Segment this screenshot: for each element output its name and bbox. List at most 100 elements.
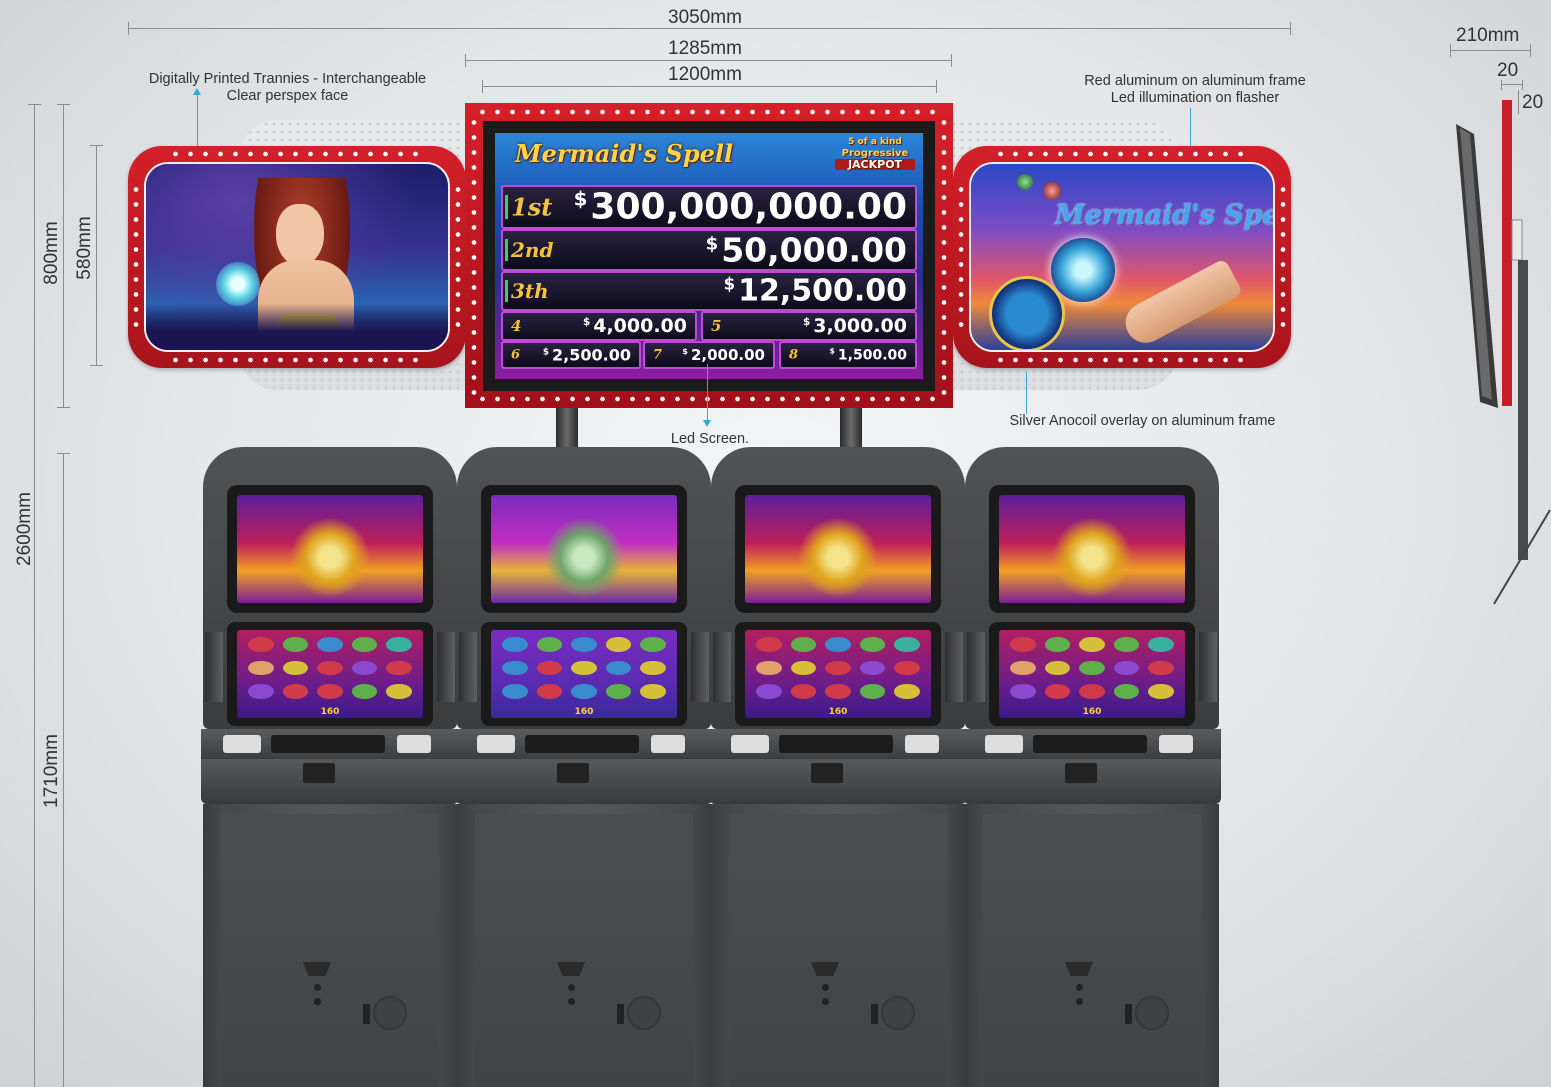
reel-symbol bbox=[756, 660, 782, 676]
cabinet-base bbox=[457, 804, 711, 1087]
jackpot-amount: 3,000.00 bbox=[813, 315, 907, 337]
level-indicator bbox=[505, 280, 508, 302]
bill-acceptor[interactable] bbox=[557, 763, 589, 783]
cabinet-base bbox=[965, 804, 1219, 1087]
slot-cabinet-1: 160 bbox=[201, 447, 459, 1087]
cabinet-wing-right bbox=[437, 632, 455, 702]
ticket-slot[interactable] bbox=[985, 735, 1023, 753]
card-reader[interactable] bbox=[905, 735, 939, 753]
reel-grid bbox=[753, 634, 923, 702]
cabinet-wing-right bbox=[1199, 632, 1217, 702]
currency-symbol: $ bbox=[705, 233, 719, 255]
dim-line-led-frame-width bbox=[465, 60, 951, 61]
currency-symbol: $ bbox=[802, 315, 811, 328]
reel-symbol bbox=[894, 684, 920, 699]
door-lock[interactable] bbox=[373, 996, 407, 1030]
dim-line-sign-height bbox=[63, 104, 64, 407]
top-game-screen bbox=[989, 485, 1195, 613]
note-overlay: Silver Anocoil overlay on aluminum frame bbox=[1009, 413, 1276, 429]
reel-symbol bbox=[1148, 637, 1174, 652]
note-left-panel-line2: Clear perspex face bbox=[226, 88, 349, 104]
reel-symbol bbox=[1010, 660, 1036, 676]
mermaid-face bbox=[276, 204, 324, 266]
main-game-screen[interactable]: 160 bbox=[735, 622, 941, 726]
reel-symbol bbox=[317, 637, 343, 652]
jackpot-value: $4,000.00 bbox=[583, 315, 687, 337]
dim-line-panel-height bbox=[96, 145, 97, 365]
cabinet-door[interactable] bbox=[221, 814, 439, 1087]
reel-symbol bbox=[536, 684, 563, 699]
badge-line3: JACKPOT bbox=[835, 159, 915, 170]
led-logo: Mermaid's Spell bbox=[515, 139, 734, 168]
reel-grid bbox=[1007, 634, 1177, 702]
cabinet-door[interactable] bbox=[729, 814, 947, 1087]
dim-tick bbox=[57, 407, 70, 408]
reel-screen-art: 160 bbox=[999, 630, 1185, 718]
dim-total-height: 2600mm bbox=[14, 492, 35, 566]
reel-symbol bbox=[248, 660, 274, 676]
reel-symbol bbox=[1010, 684, 1036, 699]
main-game-screen[interactable]: 160 bbox=[481, 622, 687, 726]
main-game-screen[interactable]: 160 bbox=[989, 622, 1195, 726]
reel-symbol bbox=[1079, 684, 1105, 699]
dim-tick bbox=[90, 145, 103, 146]
led-flasher-left bbox=[133, 182, 139, 332]
dim-tick bbox=[57, 453, 70, 454]
door-lock[interactable] bbox=[1135, 996, 1169, 1030]
led-flasher-top bbox=[475, 109, 943, 115]
note-right-panel-line1: Red aluminum on aluminum frame bbox=[1084, 73, 1306, 89]
door-handle[interactable] bbox=[1065, 962, 1093, 976]
reel-symbol bbox=[640, 637, 666, 652]
bill-acceptor[interactable] bbox=[303, 763, 335, 783]
reel-symbol bbox=[351, 660, 378, 676]
jackpot-row-8: 8 $1,500.00 bbox=[779, 341, 917, 369]
note-left-panel-line1: Digitally Printed Trannies - Interchange… bbox=[148, 71, 427, 87]
jackpot-row-6: 6 $2,500.00 bbox=[501, 341, 641, 369]
reel-symbol bbox=[1113, 684, 1140, 699]
ticket-slot[interactable] bbox=[223, 735, 261, 753]
reel-symbol bbox=[282, 660, 309, 676]
ticket-slot[interactable] bbox=[477, 735, 515, 753]
bonus-screen-art bbox=[999, 495, 1185, 603]
leader-led-screen bbox=[707, 364, 708, 422]
dim-depth: 210mm bbox=[1456, 25, 1520, 46]
card-reader[interactable] bbox=[651, 735, 685, 753]
main-game-screen[interactable]: 160 bbox=[227, 622, 433, 726]
reel-symbol bbox=[351, 684, 378, 699]
reel-symbol bbox=[282, 684, 309, 699]
currency-symbol: $ bbox=[829, 346, 835, 356]
reel-symbol bbox=[640, 684, 666, 699]
cabinet-door[interactable] bbox=[983, 814, 1201, 1087]
door-lock[interactable] bbox=[627, 996, 661, 1030]
credits-readout: 160 bbox=[828, 707, 848, 717]
key-icon bbox=[617, 1004, 624, 1024]
lock-dot bbox=[1076, 998, 1083, 1005]
bonus-screen-art bbox=[745, 495, 931, 603]
cabinet-base bbox=[711, 804, 965, 1087]
card-reader[interactable] bbox=[397, 735, 431, 753]
led-flasher-top bbox=[168, 151, 426, 157]
slot-cabinet-3: 160 bbox=[709, 447, 967, 1087]
door-handle[interactable] bbox=[811, 962, 839, 976]
cabinet-door[interactable] bbox=[475, 814, 693, 1087]
bill-acceptor[interactable] bbox=[811, 763, 843, 783]
reel-symbol bbox=[859, 684, 886, 699]
bill-acceptor-panel bbox=[201, 759, 459, 804]
reel-symbol bbox=[317, 684, 343, 699]
bill-acceptor[interactable] bbox=[1065, 763, 1097, 783]
dim-tick bbox=[128, 22, 129, 35]
ticket-slot[interactable] bbox=[731, 735, 769, 753]
jackpot-label: 6 bbox=[511, 347, 521, 363]
dim-tick bbox=[1522, 80, 1523, 90]
side-view-pole bbox=[1518, 260, 1528, 560]
door-handle[interactable] bbox=[303, 962, 331, 976]
jackpot-value: $2,000.00 bbox=[682, 346, 765, 364]
reel-symbol bbox=[571, 684, 597, 699]
led-flasher-right bbox=[1280, 182, 1286, 332]
door-handle[interactable] bbox=[557, 962, 585, 976]
led-flasher-right bbox=[455, 182, 461, 332]
door-lock[interactable] bbox=[881, 996, 915, 1030]
whale-emblem bbox=[989, 276, 1065, 350]
card-reader[interactable] bbox=[1159, 735, 1193, 753]
jackpot-label: 5 bbox=[711, 317, 722, 335]
